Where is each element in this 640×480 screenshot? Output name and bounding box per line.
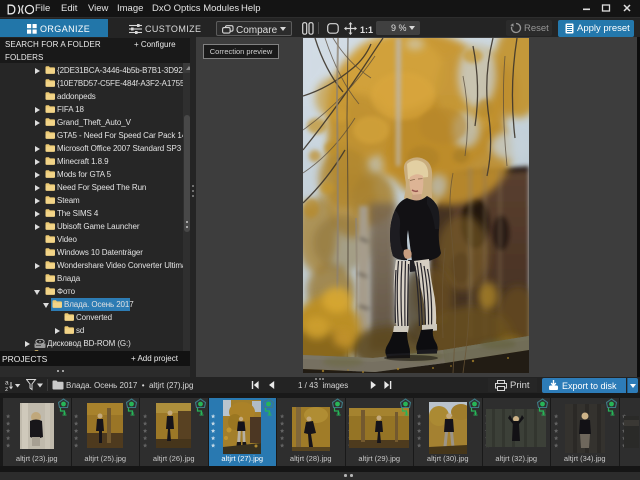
svg-text:z: z: [5, 386, 8, 391]
